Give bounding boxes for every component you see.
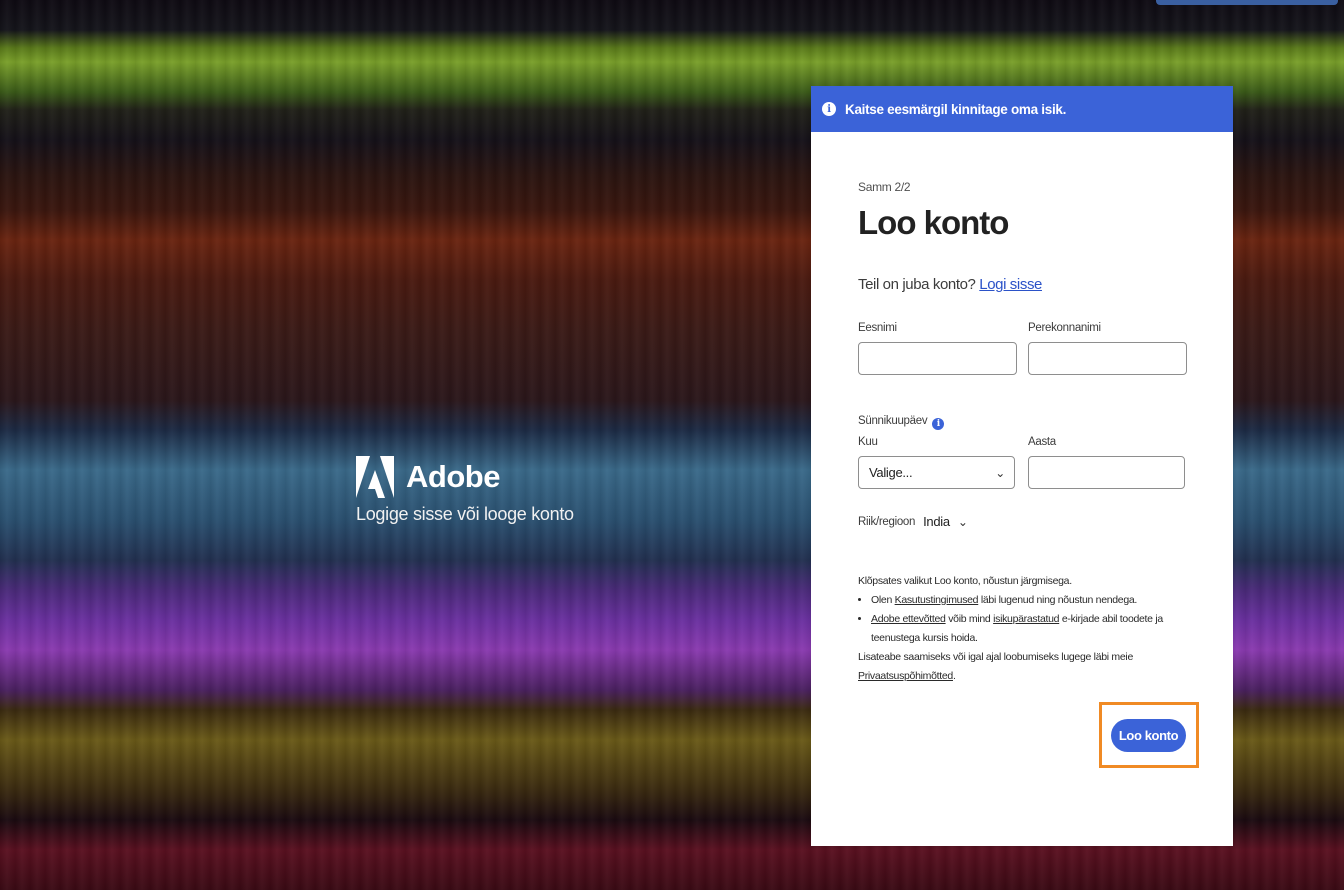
birthday-info-icon[interactable]: i [932,418,945,430]
legal-item-marketing: Adobe ettevõtted võib mind isikupärastat… [871,610,1188,648]
country-select[interactable]: India [923,514,950,529]
terms-link[interactable]: Kasutustingimused [895,594,979,606]
chevron-down-icon: ⌄ [995,465,1005,480]
legal-item-terms-post: läbi lugenud ning nõustun nendega. [978,594,1138,606]
legal-more-pre: Lisateabe saamiseks või igal ajal loobum… [858,651,1133,663]
legal-intro: Klõpsates valikut Loo konto, nõustun jär… [858,575,1072,587]
first-name-field[interactable] [858,342,1017,375]
birthday-label: Sünnikuupäev i [858,415,945,430]
step-indicator: Samm 2/2 [858,180,911,194]
signin-prompt-text: Teil on juba konto? [858,276,976,293]
legal-more: Lisateabe saamiseks või igal ajal loobum… [858,648,1188,686]
page-title: Loo konto [858,204,1009,241]
create-account-button[interactable]: Loo konto [1111,719,1186,752]
banner-text: Kaitse eesmärgil kinnitage oma isik. [845,101,1067,117]
year-field[interactable] [1028,456,1185,489]
legal-item-marketing-mid: võib mind [945,613,994,625]
verification-banner: i Kaitse eesmärgil kinnitage oma isik. [811,86,1233,132]
brand-tagline: Logige sisse või looge konto [356,504,574,524]
legal-text: Klõpsates valikut Loo konto, nõustun jär… [858,572,1188,686]
month-select-value: Valige... [869,465,913,480]
info-icon: i [822,102,836,116]
legal-more-post: . [952,670,956,682]
form-content: Samm 2/2 Loo konto Teil on juba konto? L… [858,180,1188,293]
month-select[interactable]: Valige... ⌄ [858,456,1015,489]
last-name-field[interactable] [1028,342,1187,375]
signin-link[interactable]: Logi sisse [979,276,1042,293]
privacy-policy-link[interactable]: Privaatsuspõhimõtted [858,670,953,682]
adobe-companies-link[interactable]: Adobe ettevõtted [871,613,946,625]
country-label: Riik/regioon [858,515,916,528]
signin-prompt: Teil on juba konto? Logi sisse [858,276,1188,293]
personalized-link[interactable]: isikupärastatud [993,613,1059,625]
first-name-label: Eesnimi [858,322,897,334]
month-label: Kuu [858,436,878,448]
birthday-label-text: Sünnikuupäev [858,415,928,427]
last-name-label: Perekonnanimi [1028,322,1101,334]
legal-item-terms: Olen Kasutustingimused läbi lugenud ning… [871,591,1188,610]
year-label: Aasta [1028,436,1056,448]
country-row: Riik/regioon India ⌄ [858,514,968,529]
brand-block: Adobe Logige sisse või looge konto [356,456,574,525]
chevron-down-icon[interactable]: ⌄ [958,515,968,529]
top-right-tab [1156,0,1338,5]
legal-item-terms-pre: Olen [871,594,895,606]
brand-name: Adobe [406,459,500,494]
adobe-logo-icon [356,456,394,498]
